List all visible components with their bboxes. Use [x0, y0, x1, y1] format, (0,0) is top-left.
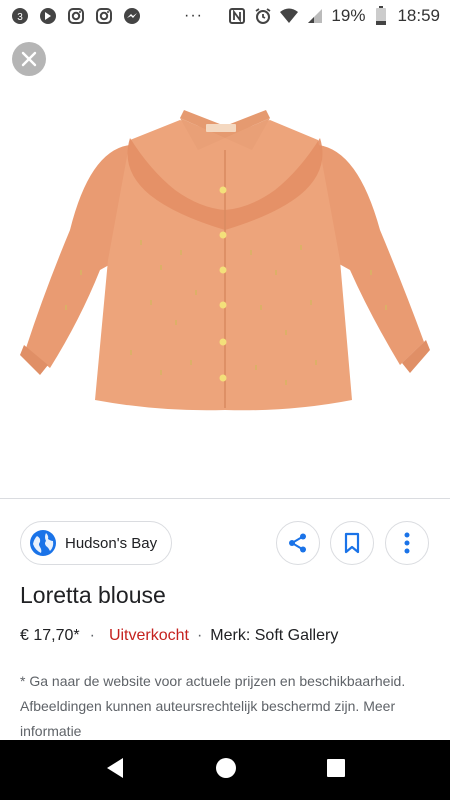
- availability-status: Uitverkocht: [108, 627, 189, 644]
- back-icon: [107, 757, 124, 778]
- navigation-bar: [0, 740, 450, 800]
- clock-time: 18:59: [397, 6, 440, 25]
- close-button[interactable]: [12, 42, 46, 76]
- product-meta: € 17,70* · Uitverkocht · Merk: Soft Gall…: [20, 627, 338, 645]
- share-button[interactable]: [276, 521, 320, 565]
- nfc-icon: [227, 6, 247, 26]
- product-title: Loretta blouse: [20, 582, 166, 608]
- battery-percent: 19%: [331, 6, 366, 25]
- separator-dot: ·: [196, 627, 203, 644]
- notification-app-icon-1: 3: [10, 6, 30, 26]
- battery-icon: [371, 6, 391, 26]
- recents-icon: [326, 758, 345, 777]
- wifi-icon: [279, 6, 299, 26]
- back-button[interactable]: [103, 756, 127, 785]
- source-name: Hudson's Bay: [65, 534, 158, 552]
- globe-icon: [29, 529, 57, 557]
- svg-text:3: 3: [17, 12, 23, 23]
- instagram-icon: [66, 6, 86, 26]
- save-button[interactable]: [330, 521, 374, 565]
- home-icon: [215, 757, 236, 778]
- status-bar: 3 ··· 19% 18:59: [0, 0, 450, 32]
- disclaimer-text: * Ga naar de website voor actuele prijze…: [20, 673, 406, 739]
- messenger-icon: [122, 6, 142, 26]
- bookmark-icon: [344, 532, 360, 554]
- more-options-button[interactable]: [385, 521, 429, 565]
- home-button[interactable]: [214, 756, 238, 785]
- divider: [0, 498, 450, 499]
- signal-icon: [305, 6, 325, 26]
- more-vert-icon: [404, 532, 410, 554]
- share-icon: [289, 533, 306, 553]
- brand: Merk: Soft Gallery: [210, 627, 339, 644]
- source-chip[interactable]: Hudson's Bay: [20, 521, 173, 565]
- notification-app-icon-2: [38, 6, 58, 26]
- product-image[interactable]: [0, 90, 450, 498]
- separator-dot: ·: [89, 627, 95, 644]
- recents-button[interactable]: [325, 757, 347, 784]
- price: € 17,70*: [20, 627, 80, 644]
- more-notifications: ···: [184, 7, 203, 24]
- close-icon: [21, 51, 37, 67]
- instagram-icon-2: [94, 6, 114, 26]
- alarm-icon: [253, 6, 273, 26]
